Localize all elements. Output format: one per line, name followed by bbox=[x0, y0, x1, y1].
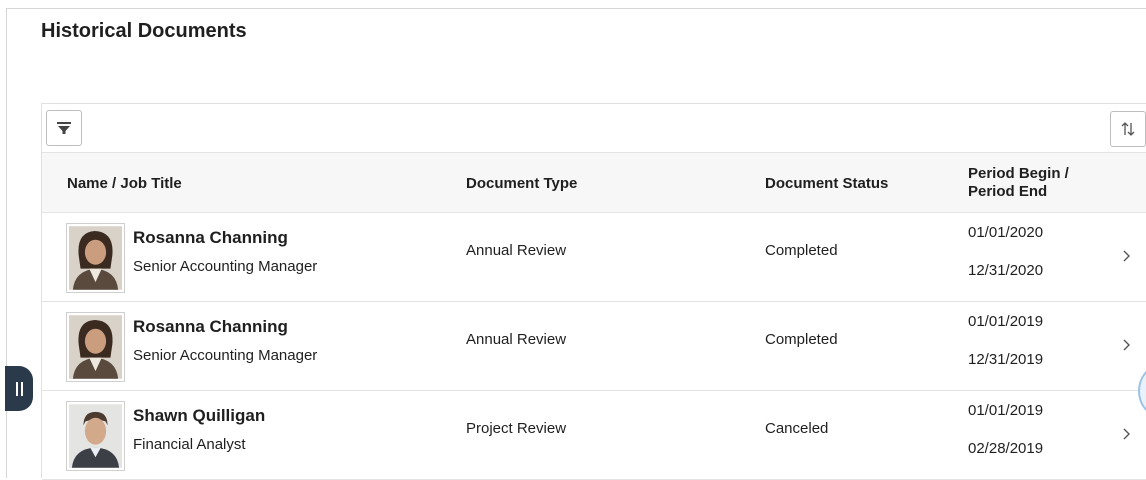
period-end: 12/31/2019 bbox=[968, 351, 1044, 368]
filter-icon bbox=[57, 122, 71, 134]
period-end: 02/28/2019 bbox=[968, 440, 1044, 457]
chevron-right-icon[interactable] bbox=[1120, 338, 1134, 352]
avatar bbox=[66, 223, 125, 293]
person-photo-male bbox=[69, 404, 122, 468]
sort-icon bbox=[1121, 122, 1135, 136]
job-title: Financial Analyst bbox=[133, 436, 246, 453]
avatar bbox=[66, 401, 125, 471]
document-type: Project Review bbox=[466, 420, 567, 437]
document-type: Annual Review bbox=[466, 242, 567, 259]
table-row[interactable]: Rosanna Channing Senior Accounting Manag… bbox=[42, 213, 1146, 302]
documents-grid: Name / Job Title Document Type Document … bbox=[41, 103, 1146, 480]
column-header-period-begin: Period Begin / bbox=[968, 165, 1069, 182]
person-photo-female bbox=[69, 315, 122, 379]
table-row[interactable]: Rosanna Channing Senior Accounting Manag… bbox=[42, 302, 1146, 391]
period-begin: 01/01/2020 bbox=[968, 224, 1044, 241]
table-row[interactable]: Shawn Quilligan Financial Analyst Projec… bbox=[42, 391, 1146, 480]
sort-button[interactable] bbox=[1110, 111, 1146, 147]
column-header-document-type: Document Type bbox=[466, 175, 578, 192]
person-name: Rosanna Channing bbox=[133, 317, 288, 336]
page-title: Historical Documents bbox=[41, 20, 247, 42]
person-photo-female bbox=[69, 226, 122, 290]
column-header-period: Period Begin / Period End bbox=[968, 165, 1069, 201]
chevron-right-icon[interactable] bbox=[1120, 427, 1134, 441]
document-status: Completed bbox=[765, 331, 838, 348]
grid-toolbar bbox=[42, 104, 1146, 152]
document-status: Canceled bbox=[765, 420, 829, 437]
period-end: 12/31/2020 bbox=[968, 262, 1044, 279]
document-status: Completed bbox=[765, 242, 838, 259]
drag-handle-icon bbox=[15, 381, 18, 396]
period-begin: 01/01/2019 bbox=[968, 313, 1044, 330]
person-name: Rosanna Channing bbox=[133, 228, 288, 247]
chevron-right-icon[interactable] bbox=[1120, 249, 1134, 263]
table-header: Name / Job Title Document Type Document … bbox=[42, 152, 1146, 213]
filter-button[interactable] bbox=[46, 110, 82, 146]
column-header-name: Name / Job Title bbox=[67, 175, 182, 192]
avatar bbox=[66, 312, 125, 382]
document-type: Annual Review bbox=[466, 331, 567, 348]
column-header-document-status: Document Status bbox=[765, 175, 889, 192]
period-begin: 01/01/2019 bbox=[968, 402, 1044, 419]
column-header-period-end: Period End bbox=[968, 183, 1048, 200]
drag-handle-icon bbox=[20, 381, 23, 396]
job-title: Senior Accounting Manager bbox=[133, 347, 318, 364]
job-title: Senior Accounting Manager bbox=[133, 258, 318, 275]
person-name: Shawn Quilligan bbox=[133, 406, 266, 425]
side-panel-toggle[interactable] bbox=[5, 366, 33, 411]
